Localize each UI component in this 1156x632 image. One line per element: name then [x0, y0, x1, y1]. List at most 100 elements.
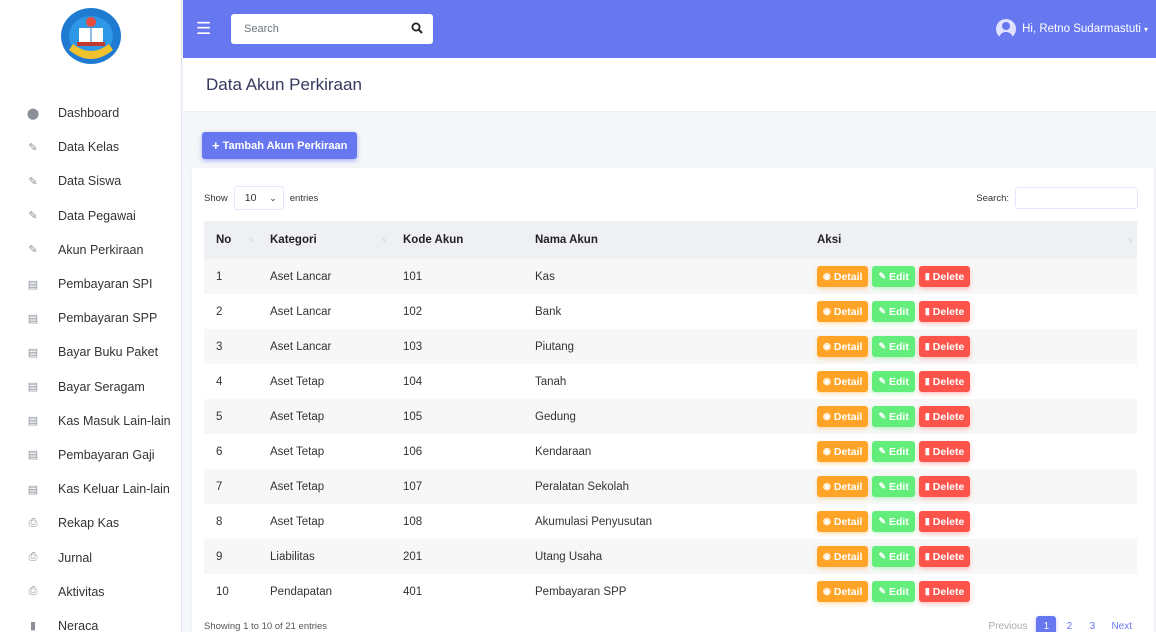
- sidebar-item-jurnal[interactable]: ⎙ Jurnal: [0, 540, 181, 574]
- edit-button[interactable]: ✎ Edit: [872, 441, 915, 462]
- sidebar-item-label: Kas Masuk Lain-lain: [58, 413, 171, 428]
- table-row: 8 Aset Tetap 108 Akumulasi Penyusutan ◉ D…: [204, 504, 1137, 539]
- delete-label: Delete: [932, 585, 965, 598]
- delete-button[interactable]: ▮ Delete: [918, 266, 971, 287]
- edit-button[interactable]: ✎ Edit: [872, 266, 915, 287]
- sidebar-item-pembayaran-spi[interactable]: ▤ Pembayaran SPI: [0, 267, 181, 301]
- column-label: Kategori: [270, 234, 317, 246]
- logo-wrap: [0, 0, 181, 72]
- column-header-no[interactable]: No ↑↓: [204, 221, 258, 259]
- column-label: Nama Akun: [535, 234, 598, 246]
- user-menu[interactable]: Hi, Retno Sudarmastuti ▾: [996, 19, 1148, 39]
- edit-button[interactable]: ✎ Edit: [872, 406, 915, 427]
- sidebar-item-bayar-buku-paket[interactable]: ▤ Bayar Buku Paket: [0, 335, 181, 369]
- pagination-page-2[interactable]: 2: [1059, 616, 1079, 632]
- cell-kategori: Aset Lancar: [270, 270, 332, 283]
- pagination-next[interactable]: Next: [1105, 616, 1138, 632]
- detail-button[interactable]: ◉ Detail: [817, 476, 869, 497]
- sidebar-item-data-pegawai[interactable]: ✎ Data Pegawai: [0, 199, 181, 233]
- entries-label: entries: [289, 192, 319, 204]
- table-search-input[interactable]: [1015, 187, 1138, 209]
- delete-label: Delete: [932, 445, 965, 458]
- cell-no: 7: [216, 480, 223, 493]
- cell-kode-akun: 105: [403, 410, 423, 423]
- detail-button[interactable]: ◉ Detail: [817, 266, 869, 287]
- sidebar-item-pembayaran-gaji[interactable]: ▤ Pembayaran Gaji: [0, 438, 181, 472]
- pagination-previous[interactable]: Previous: [983, 616, 1034, 632]
- sidebar-item-data-siswa[interactable]: ✎ Data Siswa: [0, 164, 181, 198]
- edit-button[interactable]: ✎ Edit: [872, 511, 915, 532]
- delete-button[interactable]: ▮ Delete: [918, 581, 971, 602]
- detail-button[interactable]: ◉ Detail: [817, 546, 869, 567]
- school-logo: [60, 8, 121, 64]
- cell-nama-akun: Kas: [535, 270, 555, 283]
- delete-button[interactable]: ▮ Delete: [918, 511, 971, 532]
- column-header-nama-akun[interactable]: Nama Akun: [523, 221, 805, 259]
- detail-button[interactable]: ◉ Detail: [817, 301, 869, 322]
- delete-label: Delete: [932, 480, 965, 493]
- chevron-down-icon: ▾: [1143, 24, 1148, 34]
- search-icon[interactable]: [411, 22, 423, 37]
- edit-button[interactable]: ✎ Edit: [872, 581, 915, 602]
- sidebar-item-data-kelas[interactable]: ✎ Data Kelas: [0, 130, 181, 164]
- delete-button[interactable]: ▮ Delete: [918, 476, 971, 497]
- cell-nama-akun: Piutang: [535, 340, 575, 353]
- detail-button[interactable]: ◉ Detail: [817, 581, 869, 602]
- accounts-table: No ↑↓ Kategori ↑↓ Kode Akun Nama Akun Aksi…: [204, 221, 1137, 609]
- delete-button[interactable]: ▮ Delete: [918, 546, 971, 567]
- detail-label: Detail: [833, 515, 863, 528]
- edit-button[interactable]: ✎ Edit: [872, 336, 915, 357]
- pagination-page-3[interactable]: 3: [1082, 616, 1102, 632]
- edit-button[interactable]: ✎ Edit: [872, 371, 915, 392]
- edit-icon: ✎: [878, 551, 886, 561]
- cell-nama-akun: Gedung: [535, 410, 576, 423]
- entries-select[interactable]: 10 ⌄: [233, 186, 284, 210]
- sidebar-item-label: Rekap Kas: [58, 516, 120, 531]
- edit-icon: ✎: [878, 446, 886, 456]
- detail-button[interactable]: ◉ Detail: [817, 336, 869, 357]
- sidebar-item-pembayaran-spp[interactable]: ▤ Pembayaran SPP: [0, 301, 181, 335]
- cell-kode-akun: 106: [403, 445, 423, 458]
- sidebar-item-rekap-kas[interactable]: ⎙ Rekap Kas: [0, 506, 181, 540]
- edit-button[interactable]: ✎ Edit: [872, 476, 915, 497]
- sidebar-item-bayar-seragam[interactable]: ▤ Bayar Seragam: [0, 370, 181, 404]
- edit-button[interactable]: ✎ Edit: [872, 301, 915, 322]
- column-header-aksi[interactable]: Aksi ↑↓: [805, 221, 1137, 259]
- edit-icon: ✎: [28, 141, 38, 154]
- eye-icon: ◉: [823, 446, 831, 456]
- hamburger-menu-icon[interactable]: ☰: [196, 19, 214, 39]
- search-input[interactable]: [244, 23, 394, 35]
- delete-button[interactable]: ▮ Delete: [918, 441, 971, 462]
- detail-label: Detail: [833, 305, 863, 318]
- sidebar-item-kas-keluar[interactable]: ▤ Kas Keluar Lain-lain: [0, 472, 181, 506]
- delete-button[interactable]: ▮ Delete: [918, 371, 971, 392]
- detail-label: Detail: [833, 410, 863, 423]
- detail-button[interactable]: ◉ Detail: [817, 441, 869, 462]
- delete-button[interactable]: ▮ Delete: [918, 301, 971, 322]
- delete-button[interactable]: ▮ Delete: [918, 406, 971, 427]
- delete-button[interactable]: ▮ Delete: [918, 336, 971, 357]
- cell-nama-akun: Bank: [535, 305, 562, 318]
- pagination-page-1[interactable]: 1: [1036, 616, 1057, 632]
- table-header-row: No ↑↓ Kategori ↑↓ Kode Akun Nama Akun Aksi…: [204, 221, 1137, 259]
- sidebar-item-kas-masuk[interactable]: ▤ Kas Masuk Lain-lain: [0, 404, 181, 438]
- entries-value: 10: [244, 192, 257, 204]
- table-row: 6 Aset Tetap 106 Kendaraan ◉ Detail ✎ Edit…: [204, 434, 1137, 469]
- column-header-kode-akun[interactable]: Kode Akun: [391, 221, 523, 259]
- detail-button[interactable]: ◉ Detail: [817, 406, 869, 427]
- add-account-button[interactable]: + Tambah Akun Perkiraan: [202, 132, 358, 159]
- cell-kategori: Aset Tetap: [270, 515, 325, 528]
- sidebar-item-akun-perkiraan[interactable]: ✎ Akun Perkiraan: [0, 233, 181, 267]
- page-header: Data Akun Perkiraan: [183, 58, 1156, 112]
- column-header-kategori[interactable]: Kategori ↑↓: [258, 221, 391, 259]
- sidebar-item-aktivitas[interactable]: ⎙ Aktivitas: [0, 575, 181, 609]
- cell-no: 10: [216, 585, 229, 598]
- detail-button[interactable]: ◉ Detail: [817, 511, 869, 532]
- edit-icon: ✎: [878, 306, 886, 316]
- sidebar-item-dashboard[interactable]: ⬤ Dashboard: [0, 96, 181, 130]
- sidebar-item-neraca[interactable]: ▮ Neraca: [0, 609, 181, 632]
- detail-button[interactable]: ◉ Detail: [817, 371, 869, 392]
- cell-aksi: ◉ Detail ✎ Edit ▮ Delete: [805, 469, 1137, 504]
- sidebar-item-label: Data Pegawai: [58, 208, 136, 223]
- edit-button[interactable]: ✎ Edit: [872, 546, 915, 567]
